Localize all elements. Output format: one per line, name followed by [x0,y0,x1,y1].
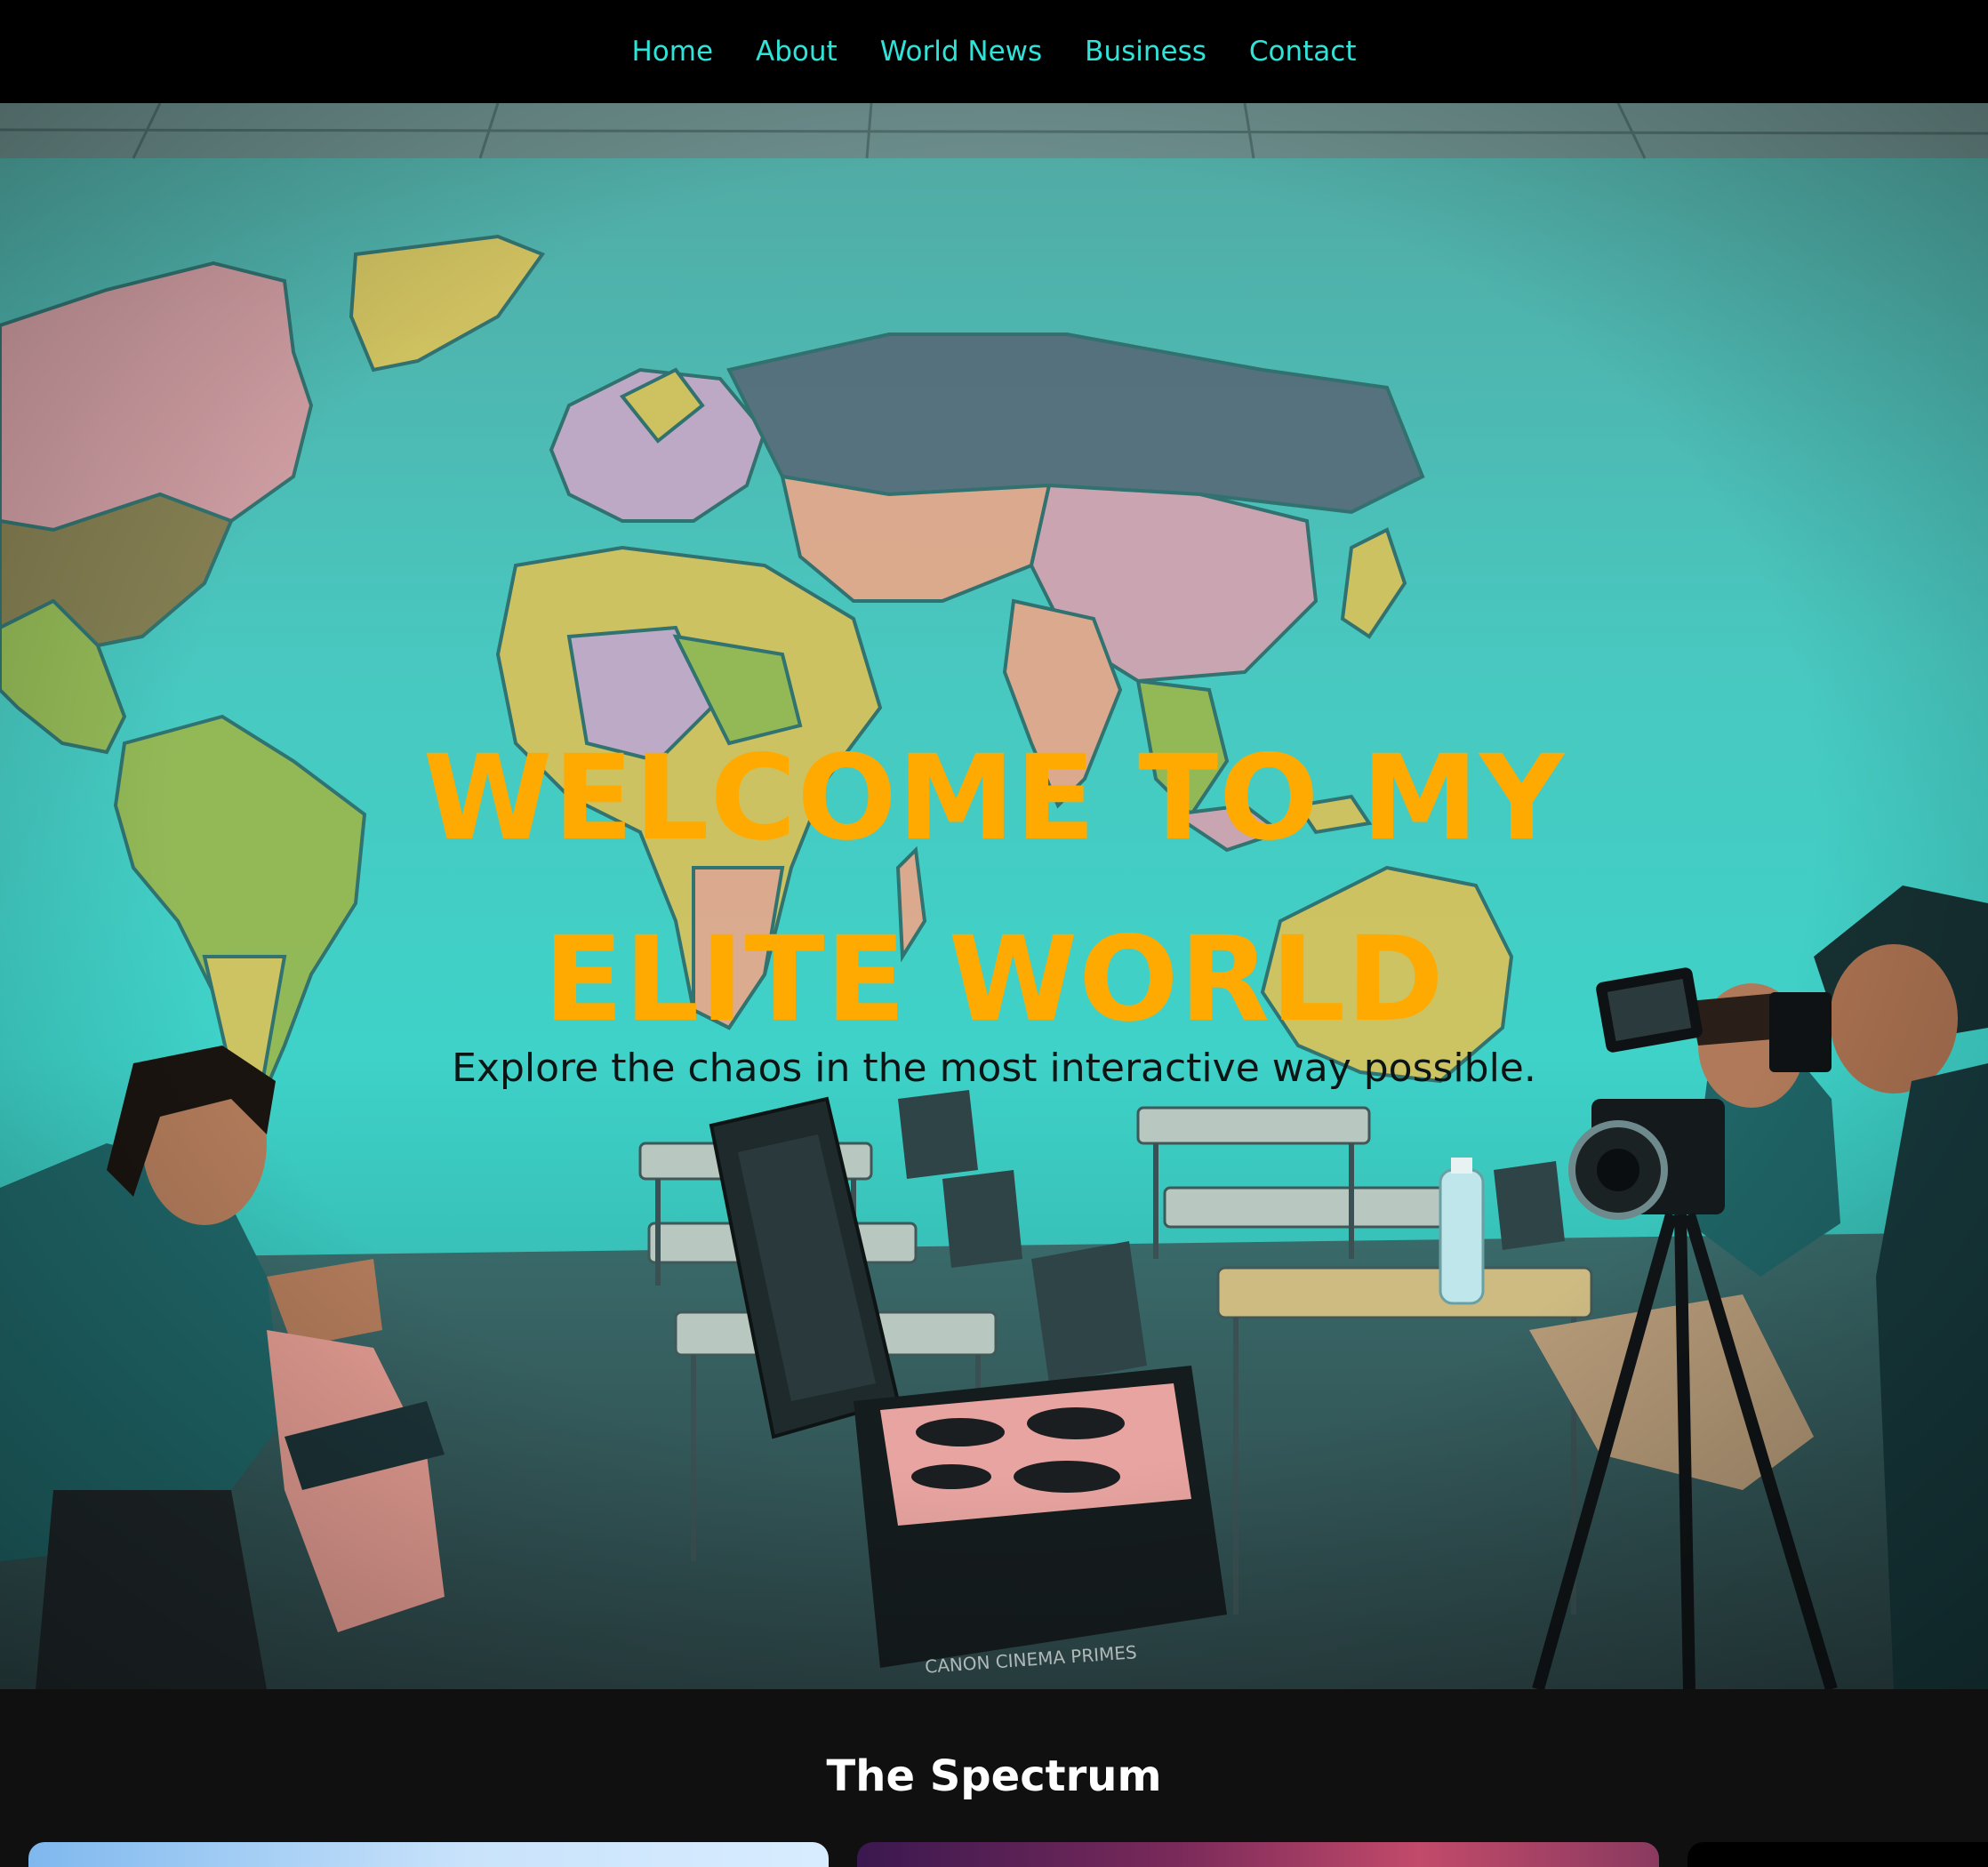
hero-subtitle: Explore the chaos in the most interactiv… [452,1046,1536,1091]
spectrum-card-2[interactable] [857,1842,1659,1867]
spectrum-card-3[interactable] [1687,1842,1988,1867]
section-heading: The Spectrum [826,1751,1162,1801]
nav-link-contact[interactable]: Contact [1249,36,1357,68]
nav-link-about[interactable]: About [756,36,838,68]
top-navigation: Home About World News Business Contact [0,0,1988,103]
nav-link-home[interactable]: Home [632,36,714,68]
spectrum-section: The Spectrum [0,1689,1988,1867]
nav-link-business[interactable]: Business [1085,36,1206,68]
nav-link-world-news[interactable]: World News [880,36,1042,68]
hero-title: WELCOME TO MY ELITE WORLD [422,730,1566,1048]
spectrum-card-1[interactable] [28,1842,829,1867]
hero-section: CANON CINEMA PRIMES [0,103,1988,1689]
